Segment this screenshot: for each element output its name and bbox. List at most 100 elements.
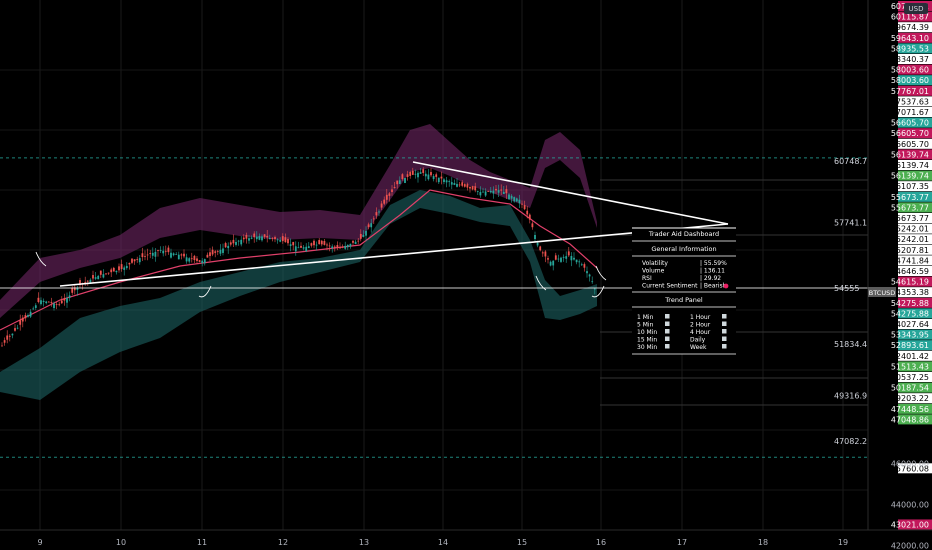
- candle-body: [66, 298, 68, 303]
- candle-body: [300, 245, 302, 248]
- candle-body: [497, 190, 500, 193]
- candle-body: [71, 288, 74, 293]
- candle-body: [154, 251, 157, 257]
- candle-body: [34, 305, 37, 308]
- info-row-value: | Bearish: [700, 283, 727, 290]
- candle-body: [131, 258, 133, 263]
- price-axis[interactable]: 60750.4160115.8759674.3959643.1058935.53…: [867, 0, 932, 550]
- candle-body: [515, 198, 518, 202]
- candle-body: [144, 255, 146, 257]
- candle-body: [583, 264, 586, 268]
- candle-body: [593, 288, 596, 290]
- candle-body: [258, 236, 261, 240]
- candle-body: [565, 256, 568, 259]
- candle-body: [362, 234, 365, 237]
- candle-body: [45, 301, 48, 304]
- candle-body: [58, 304, 61, 306]
- candle-body: [216, 251, 219, 253]
- price-tag-label: 52401.42: [891, 352, 929, 361]
- candle-body: [183, 253, 185, 257]
- candle-body: [125, 265, 128, 269]
- candle-body: [359, 233, 362, 239]
- candle-body: [370, 223, 373, 228]
- candle-body: [479, 191, 482, 196]
- trend-timeframe-label: Daily: [690, 337, 706, 344]
- candle-body: [367, 224, 370, 228]
- candle-body: [203, 259, 206, 264]
- candle-body: [276, 239, 279, 241]
- candle-body: [352, 240, 354, 243]
- candle-body: [105, 273, 107, 275]
- price-tag-label: 55673.77: [891, 193, 929, 202]
- candle-body: [292, 241, 295, 246]
- candle-body: [411, 170, 414, 175]
- price-tag-label: 57071.67: [891, 108, 929, 117]
- time-axis-tick: 17: [677, 538, 687, 547]
- candle-body: [84, 281, 87, 283]
- candle-body: [1, 345, 3, 347]
- candle-body: [476, 191, 479, 193]
- trend-status-icon: [665, 314, 670, 319]
- candle-body: [268, 237, 271, 240]
- trend-status-icon: [665, 329, 670, 334]
- candle-body: [531, 223, 534, 228]
- candle-body: [240, 239, 243, 245]
- candle-body: [445, 180, 448, 183]
- candle-body: [224, 243, 227, 248]
- candle-body: [266, 235, 269, 238]
- info-row-value: | 29.92: [700, 275, 721, 282]
- candle-body: [570, 255, 573, 261]
- price-tag-label: 47048.86: [891, 415, 929, 424]
- trend-status-icon: [722, 314, 727, 319]
- price-axis-tick: 42000.00: [891, 541, 929, 550]
- candle-body: [443, 179, 445, 183]
- candle-body: [289, 244, 292, 246]
- price-tag-label: 58003.60: [891, 66, 929, 75]
- candle-body: [560, 257, 562, 262]
- candle-body: [336, 245, 339, 248]
- candle-body: [255, 236, 258, 240]
- candle-body: [229, 242, 232, 245]
- candle-body: [510, 195, 513, 199]
- price-tag-label: 54741.84: [891, 256, 929, 265]
- candle-body: [248, 238, 250, 241]
- candle-body: [32, 308, 35, 310]
- trend-timeframe-label: 1 Min: [637, 314, 654, 321]
- candle-body: [492, 190, 495, 194]
- price-chart[interactable]: 60748.78 57741.11 54555 51834.49 49316.98 470…: [0, 0, 932, 550]
- trend-panel-heading: Trend Panel: [664, 296, 703, 304]
- candle-body: [323, 241, 326, 245]
- price-tag-label: 50187.54: [891, 384, 929, 393]
- candle-body: [580, 264, 583, 266]
- price-tag-label: 56139.74: [891, 161, 929, 170]
- candle-body: [99, 270, 102, 275]
- candle-body: [549, 261, 552, 266]
- info-row-value: | 136.11: [700, 268, 725, 275]
- candle-body: [94, 277, 97, 279]
- level-labels: 60748.78 57741.11 54555 51834.49 49316.98 470…: [834, 157, 872, 446]
- price-tag-label: 58340.37: [891, 55, 929, 64]
- candle-body: [294, 246, 297, 252]
- candle-body: [508, 194, 510, 200]
- candle-body: [513, 197, 516, 202]
- price-tag-label: 55242.01: [891, 225, 929, 234]
- time-axis-tick: 9: [37, 538, 42, 547]
- candle-body: [466, 184, 469, 188]
- candle-body: [107, 272, 110, 274]
- candle-body: [489, 190, 492, 193]
- currency-badge-label: USD: [909, 5, 924, 13]
- candle-body: [575, 259, 578, 263]
- candle-body: [279, 240, 282, 242]
- time-axis-tick: 10: [116, 538, 126, 547]
- candle-body: [388, 193, 391, 196]
- candle-body: [435, 174, 438, 177]
- candle-body: [63, 298, 66, 301]
- candle-body: [138, 258, 141, 263]
- candle-body: [380, 203, 383, 208]
- candle-body: [112, 267, 115, 272]
- candle-body: [354, 241, 357, 245]
- candle-body: [245, 234, 248, 239]
- price-tag-label: 54275.88: [891, 299, 929, 308]
- time-axis[interactable]: 9 10 11 12 13 14 15 16 17 18 19: [0, 529, 932, 547]
- level-label: 47082.29: [834, 437, 872, 446]
